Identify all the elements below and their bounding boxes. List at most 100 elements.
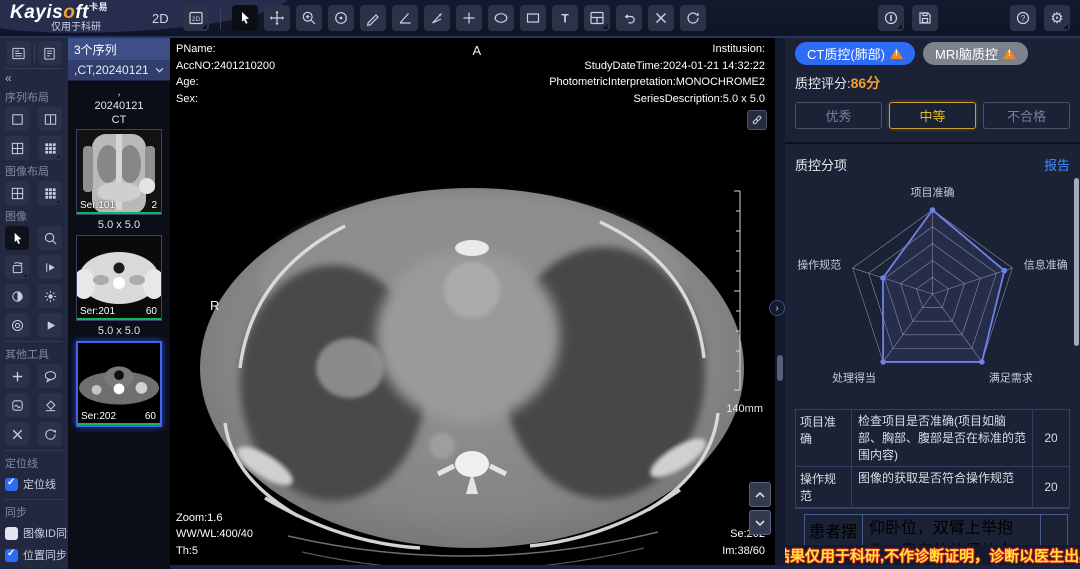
qc-score-table: 项目准确 检查项目是否准确(项目如脑部、胸部、腹部是否在标准的范围内容) 20 … xyxy=(795,409,1070,509)
thumbnail-series-202-selected[interactable]: Ser:202 60 xyxy=(76,341,162,427)
cobb-angle-tool-button[interactable] xyxy=(424,5,450,31)
stamp-button[interactable] xyxy=(5,393,29,417)
svg-text:T: T xyxy=(561,12,569,26)
section-title-series-layout: 序列布局 xyxy=(5,89,63,105)
thumb2-image-count: 60 xyxy=(146,306,157,317)
grade-fail-button[interactable]: 不合格 xyxy=(983,102,1070,129)
image-pointer-button[interactable] xyxy=(5,226,29,250)
stack-scroll-button[interactable] xyxy=(38,255,62,279)
cine-play-button[interactable] xyxy=(38,313,62,337)
report-link[interactable]: 报告 xyxy=(1044,155,1070,174)
panel-divider: › xyxy=(775,38,785,569)
report-panel-button[interactable] xyxy=(38,41,62,65)
grade-medium-button[interactable]: 中等 xyxy=(889,102,976,129)
stack-scroll-icon xyxy=(43,260,58,275)
delete-all-button[interactable] xyxy=(5,422,29,446)
grid-2x2-button[interactable] xyxy=(5,181,29,205)
pencil-icon xyxy=(365,10,381,26)
study-dropdown-value: ,CT,20240121 xyxy=(74,63,149,77)
scroll-down-button[interactable] xyxy=(749,510,771,535)
comment-button[interactable] xyxy=(38,364,62,388)
study-dropdown[interactable]: ,CT,20240121 xyxy=(68,60,170,81)
tab-mri-brain-qc[interactable]: MRI脑质控 ! xyxy=(923,42,1028,65)
collapse-sidebar-button[interactable]: « xyxy=(5,71,63,85)
sync-image-id-row[interactable]: 图像ID同步 xyxy=(5,525,63,541)
info-icon xyxy=(883,10,899,26)
play-icon xyxy=(43,318,58,333)
other-tools xyxy=(5,364,63,446)
grade-buttons: 优秀 中等 不合格 xyxy=(795,102,1070,129)
localizer-checkbox[interactable] xyxy=(5,478,18,491)
localizer-checkbox-row[interactable]: 定位线 xyxy=(5,476,63,492)
comment-bubble-icon xyxy=(43,369,58,384)
svg-text:?: ? xyxy=(1021,14,1026,23)
warning-icon: ! xyxy=(890,48,903,59)
layout-3x3-button[interactable] xyxy=(38,136,62,160)
invert-button[interactable] xyxy=(5,284,29,308)
layout-2d-button[interactable]: 2D xyxy=(183,5,209,31)
ellipse-tool-button[interactable] xyxy=(488,5,514,31)
section-title-image: 图像 xyxy=(5,208,63,224)
sidebar-header xyxy=(5,41,63,69)
layout-1x2-button[interactable] xyxy=(38,107,62,131)
qc-subsection-title: 质控分项 xyxy=(795,155,847,174)
section-title-other-tools: 其他工具 xyxy=(5,341,63,362)
mode-2d-label: 2D xyxy=(152,11,169,26)
svg-text:2D: 2D xyxy=(191,16,200,23)
expand-panel-button[interactable]: › xyxy=(769,300,785,316)
text-tool-button[interactable]: T xyxy=(552,5,578,31)
ct-axial-chest-image xyxy=(170,38,775,565)
chevron-up-icon xyxy=(755,491,765,499)
probe-tool-button[interactable] xyxy=(328,5,354,31)
pointer-tool-button[interactable] xyxy=(232,5,258,31)
delete-annotation-button[interactable] xyxy=(648,5,674,31)
crosshair-tool-button[interactable] xyxy=(456,5,482,31)
help-button[interactable]: ? xyxy=(1010,5,1036,31)
chevron-down-icon xyxy=(755,519,765,527)
table-row: 项目准确 检查项目是否准确(项目如脑部、胸部、腹部是否在标准的范围内容) 20 xyxy=(796,410,1069,467)
rotate-button[interactable] xyxy=(5,255,29,279)
layout-3x3-icon xyxy=(43,141,58,156)
add-button[interactable] xyxy=(5,364,29,388)
qc-score-label: 质控评分: xyxy=(795,76,851,91)
layout-1x1-button[interactable] xyxy=(5,107,29,131)
grid-3x3-button[interactable] xyxy=(38,181,62,205)
orientation-marker-right: R xyxy=(210,298,219,313)
settings-button[interactable]: ⚙ xyxy=(1044,5,1070,31)
tab-ct-lung-qc[interactable]: CT质控(肺部) ! xyxy=(795,42,915,65)
image-tools xyxy=(5,226,63,337)
qc-score: 质控评分:86分 xyxy=(795,73,1070,93)
magnify-button[interactable] xyxy=(38,226,62,250)
undo-button[interactable] xyxy=(616,5,642,31)
divider-scrollbar-thumb[interactable] xyxy=(777,355,783,381)
eraser-button[interactable] xyxy=(38,393,62,417)
thumbnail-series-101[interactable]: Ser:101 2 xyxy=(76,129,162,215)
main-viewport[interactable]: PName: AccNO:2401210200 Age: Sex: Instit… xyxy=(170,38,775,569)
position-sync-checkbox[interactable] xyxy=(5,549,18,562)
scroll-up-button[interactable] xyxy=(749,482,771,507)
series-list-toggle-button[interactable] xyxy=(7,41,31,65)
image-layout-button[interactable] xyxy=(584,5,610,31)
series-panel: 3个序列 ,CT,20240121 , 20240121 CT xyxy=(68,38,170,569)
link-series-button[interactable] xyxy=(747,110,767,130)
info-button[interactable] xyxy=(878,5,904,31)
thumb3-caption: 5.0 x 5.0 xyxy=(98,325,140,339)
target-button[interactable] xyxy=(5,313,29,337)
thumbnail-series-201[interactable]: Ser:201 60 xyxy=(76,235,162,321)
image-id-sync-checkbox[interactable] xyxy=(5,527,18,540)
length-tool-button[interactable] xyxy=(360,5,386,31)
brightness-button[interactable] xyxy=(38,284,62,308)
close-x-icon xyxy=(10,427,25,442)
reset-view-button[interactable] xyxy=(680,5,706,31)
rectangle-tool-button[interactable] xyxy=(520,5,546,31)
panel-scrollbar-thumb[interactable] xyxy=(1074,178,1079,346)
zoom-tool-button[interactable] xyxy=(296,5,322,31)
angle-tool-button[interactable] xyxy=(392,5,418,31)
grade-excellent-button[interactable]: 优秀 xyxy=(795,102,882,129)
reset-tools-button[interactable] xyxy=(38,422,62,446)
layout-2x2-button[interactable] xyxy=(5,136,29,160)
pan-tool-button[interactable] xyxy=(264,5,290,31)
stamp-icon xyxy=(10,398,25,413)
sync-position-row[interactable]: 位置同步 xyxy=(5,547,63,563)
save-button[interactable] xyxy=(912,5,938,31)
